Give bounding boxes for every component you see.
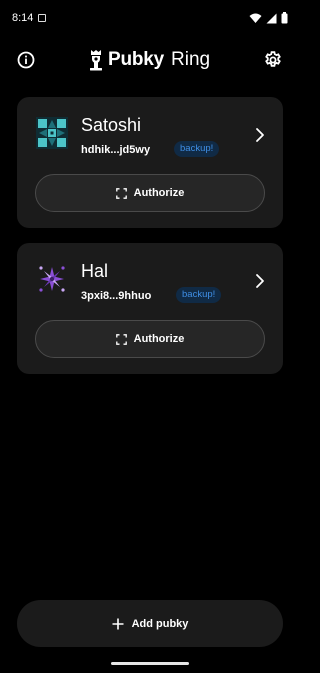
chevron-right-icon[interactable] <box>254 273 266 289</box>
logo-suffix: Ring <box>171 49 211 70</box>
wifi-icon <box>249 13 262 23</box>
account-name: Satoshi <box>81 115 142 135</box>
chevron-right-icon[interactable] <box>254 127 266 143</box>
account-key: hdhik...jd5wy <box>81 144 151 156</box>
account-card[interactable]: Hal 3pxi8...9hhuo backup! Authorize <box>17 243 283 374</box>
scan-icon <box>115 187 127 199</box>
home-indicator[interactable] <box>111 662 189 665</box>
account-name: Hal <box>81 261 109 281</box>
add-pubky-label: Add pubky <box>131 617 189 630</box>
scan-icon <box>115 333 127 345</box>
app-header: Pubky Ring <box>0 42 300 78</box>
battery-icon <box>281 12 288 24</box>
plus-icon <box>112 618 124 629</box>
app-logo: Pubky Ring <box>88 46 210 74</box>
avatar <box>36 117 68 149</box>
status-icons <box>249 12 288 24</box>
signal-icon <box>266 13 277 23</box>
account-key: 3pxi8...9hhuo <box>81 290 152 302</box>
notification-icon <box>38 14 46 22</box>
authorize-button[interactable]: Authorize <box>35 174 265 212</box>
pubky-logo-icon <box>90 50 102 71</box>
info-icon[interactable] <box>16 50 36 70</box>
logo-name: Pubky <box>108 49 165 70</box>
backup-badge[interactable]: backup! <box>174 141 220 157</box>
gear-icon[interactable] <box>263 50 283 70</box>
status-bar: 8:14 <box>0 0 300 38</box>
avatar <box>36 263 68 295</box>
status-time: 8:14 <box>12 12 34 24</box>
authorize-label: Authorize <box>133 333 185 345</box>
backup-badge[interactable]: backup! <box>176 287 222 303</box>
authorize-label: Authorize <box>133 187 185 199</box>
account-card[interactable]: Satoshi hdhik...jd5wy backup! Authorize <box>17 97 283 228</box>
authorize-button[interactable]: Authorize <box>35 320 265 358</box>
add-pubky-button[interactable]: Add pubky <box>17 600 283 647</box>
